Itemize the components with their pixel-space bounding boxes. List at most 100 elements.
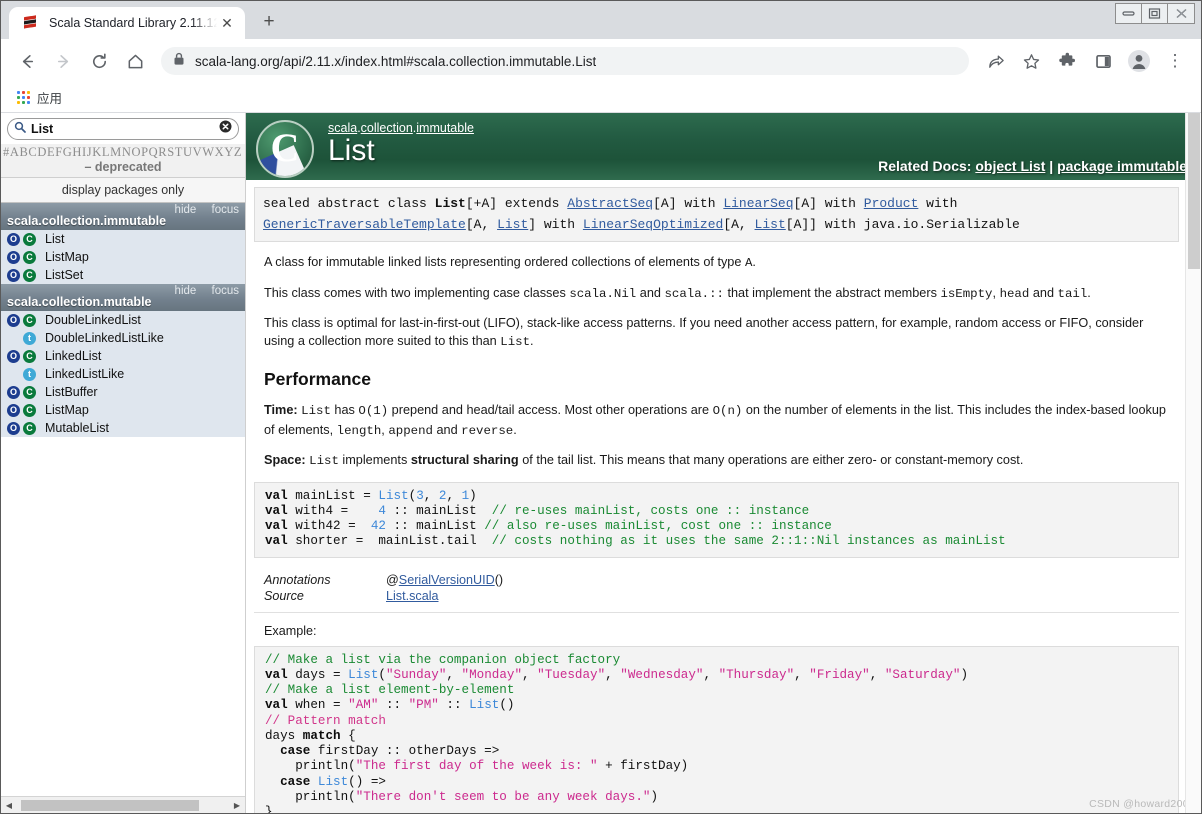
- bookmarks-bar: 应用: [1, 83, 1201, 113]
- apps-grid-icon: [17, 91, 30, 104]
- avatar-icon[interactable]: [1124, 46, 1154, 76]
- alphabet-filter[interactable]: #ABCDEFGHIJKLMNOPQRSTUVWXYZ: [1, 144, 245, 160]
- link-list[interactable]: List: [497, 217, 528, 232]
- entry-label: LinkedListLike: [45, 367, 125, 381]
- link-list2[interactable]: List: [755, 217, 786, 232]
- forward-icon[interactable]: [48, 46, 78, 76]
- table-row: Annotations @SerialVersionUID(): [254, 572, 1179, 588]
- breadcrumb-immutable[interactable]: immutable: [416, 121, 474, 135]
- close-window-icon[interactable]: [1168, 4, 1194, 23]
- list-item[interactable]: O C ListSet: [1, 266, 245, 284]
- class-badge-icon: C: [23, 349, 36, 363]
- entry-label: ListMap: [45, 403, 89, 417]
- link-linearseqoptimized[interactable]: LinearSeqOptimized: [583, 217, 723, 232]
- list-item[interactable]: t DoubleLinkedListLike: [1, 329, 245, 347]
- class-badge-icon: C: [23, 268, 36, 282]
- list-item[interactable]: O C MutableList: [1, 419, 245, 437]
- link-serialversionuid[interactable]: SerialVersionUID: [399, 573, 495, 587]
- entry-label: ListSet: [45, 268, 84, 282]
- scrollbar-thumb[interactable]: [21, 799, 199, 811]
- star-icon[interactable]: [1016, 46, 1046, 76]
- list-item[interactable]: O C List: [1, 230, 245, 248]
- performance-space: Space: List implements structural sharin…: [264, 453, 1024, 469]
- breadcrumb-scala[interactable]: scala: [328, 121, 357, 135]
- page-title: List: [328, 134, 375, 167]
- list-item[interactable]: t LinkedListLike: [1, 365, 245, 383]
- entry-label: ListMap: [45, 250, 89, 264]
- display-packages-only-toggle[interactable]: display packages only: [1, 178, 245, 203]
- page-vertical-scrollbar[interactable]: [1185, 113, 1201, 813]
- entry-label: LinkedList: [45, 349, 102, 363]
- class-badge-icon: C: [23, 421, 36, 435]
- scroll-left-icon[interactable]: ◀: [1, 798, 17, 813]
- performance-time-label: Time:: [264, 402, 298, 417]
- entry-label: MutableList: [45, 421, 109, 435]
- minimize-icon[interactable]: [1116, 4, 1142, 23]
- attribute-label: Annotations: [264, 572, 331, 587]
- list-item[interactable]: O C ListBuffer: [1, 383, 245, 401]
- link-abstractseq[interactable]: AbstractSeq: [567, 196, 653, 211]
- package-name[interactable]: scala.collection.mutable: [7, 295, 239, 309]
- entry-label: DoubleLinkedList: [45, 313, 141, 327]
- puzzle-icon[interactable]: [1052, 46, 1082, 76]
- object-badge-icon: O: [7, 232, 20, 246]
- reload-icon[interactable]: [84, 46, 114, 76]
- address-bar[interactable]: scala-lang.org/api/2.11.x/index.html#sca…: [161, 47, 969, 75]
- focus-link[interactable]: focus: [212, 204, 240, 216]
- related-docs: Related Docs: object List | package immu…: [878, 158, 1187, 174]
- list-item[interactable]: O C ListMap: [1, 248, 245, 266]
- search-area: List: [1, 113, 245, 144]
- package-header-immutable: hide focus scala.collection.immutable: [1, 203, 245, 230]
- hide-link[interactable]: hide: [175, 285, 197, 297]
- link-linearseq[interactable]: LinearSeq: [723, 196, 793, 211]
- scaladoc-sidebar: List #ABCDEFGHIJKLMNOPQRSTUVWXYZ – depre…: [1, 113, 246, 813]
- scrollbar-thumb[interactable]: [1188, 113, 1200, 269]
- blank-badge-icon: [7, 332, 20, 345]
- scala-logo-icon: [21, 14, 39, 32]
- back-icon[interactable]: [12, 46, 42, 76]
- related-object-link[interactable]: object List: [975, 158, 1045, 174]
- share-icon[interactable]: [980, 46, 1010, 76]
- link-generictraversabletemplate[interactable]: GenericTraversableTemplate: [263, 217, 466, 232]
- bookmark-apps[interactable]: 应用: [11, 86, 68, 109]
- entry-label: ListBuffer: [45, 385, 98, 399]
- object-badge-icon: O: [7, 313, 20, 327]
- watermark: CSDN @howard2009: [1089, 798, 1195, 810]
- scrollbar-track[interactable]: [17, 798, 229, 813]
- code-block-performance: val mainList = List(3, 2, 1) val with4 =…: [254, 481, 1179, 558]
- side-panel-icon[interactable]: [1088, 46, 1118, 76]
- new-tab-button[interactable]: +: [255, 8, 283, 36]
- browser-tab[interactable]: Scala Standard Library 2.11.12 ✕: [9, 7, 245, 39]
- package-name[interactable]: scala.collection.immutable: [7, 214, 239, 228]
- list-item[interactable]: O C LinkedList: [1, 347, 245, 365]
- maximize-icon[interactable]: [1142, 4, 1168, 23]
- breadcrumb-collection[interactable]: collection: [361, 121, 413, 135]
- structural-sharing-text: structural sharing: [410, 453, 519, 468]
- scaladoc-content: C scala.collection.immutable List Relate…: [246, 113, 1201, 813]
- home-icon[interactable]: [120, 46, 150, 76]
- close-icon[interactable]: ✕: [217, 13, 237, 33]
- sidebar-horizontal-scrollbar[interactable]: ◀ ▶: [1, 796, 245, 813]
- section-heading-performance: Performance: [264, 368, 371, 389]
- search-input[interactable]: List: [7, 118, 239, 140]
- link-product[interactable]: Product: [864, 196, 919, 211]
- clear-circle-icon[interactable]: [219, 120, 232, 138]
- browser-menu-icon[interactable]: ⋮: [1160, 46, 1190, 76]
- entry-list-mutable: O C DoubleLinkedList t DoubleLinkedListL…: [1, 311, 245, 437]
- focus-link[interactable]: focus: [212, 285, 240, 297]
- performance-time: Time: List has O(1) prepend and head/tai…: [264, 402, 1166, 438]
- scroll-right-icon[interactable]: ▶: [229, 798, 245, 813]
- attribute-value: @SerialVersionUID(): [386, 572, 504, 587]
- related-package-link[interactable]: package immutable: [1057, 158, 1187, 174]
- class-badge-icon: C: [23, 313, 36, 327]
- package-header-mutable: hide focus scala.collection.mutable: [1, 284, 245, 311]
- object-badge-icon: O: [7, 385, 20, 399]
- deprecated-filter[interactable]: – deprecated: [1, 160, 245, 178]
- object-badge-icon: O: [7, 349, 20, 363]
- link-list-scala[interactable]: List.scala: [386, 589, 439, 603]
- page-viewport: List #ABCDEFGHIJKLMNOPQRSTUVWXYZ – depre…: [1, 113, 1201, 813]
- list-item[interactable]: O C DoubleLinkedList: [1, 311, 245, 329]
- entry-label: List: [45, 232, 65, 246]
- hide-link[interactable]: hide: [175, 204, 197, 216]
- list-item[interactable]: O C ListMap: [1, 401, 245, 419]
